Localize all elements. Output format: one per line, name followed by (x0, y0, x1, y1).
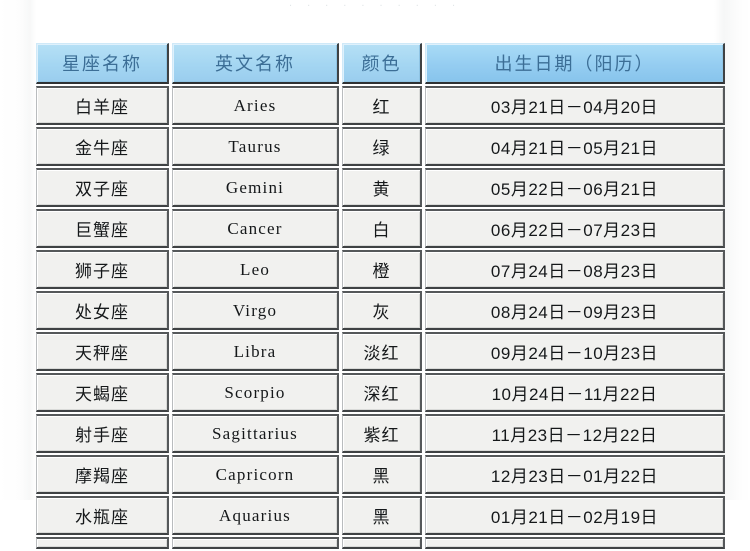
cell-color: 黑 (342, 455, 422, 494)
cell-birthdate: 10月24日－11月22日 (425, 373, 725, 412)
table-row: 水瓶座 Aquarius 黑 01月21日－02月19日 (36, 496, 725, 535)
cell-english-name: Cancer (172, 209, 339, 248)
cell-zodiac-name: 水瓶座 (36, 496, 169, 535)
table-row: 射手座 Sagittarius 紫红 11月23日－12月22日 (36, 414, 725, 453)
cell-english-name: Aquarius (172, 496, 339, 535)
cell-birthdate: 05月22日－06月21日 (425, 168, 725, 207)
cell-zodiac-name: 摩羯座 (36, 455, 169, 494)
cell-zodiac-name: 巨蟹座 (36, 209, 169, 248)
table-row: 巨蟹座 Cancer 白 06月22日－07月23日 (36, 209, 725, 248)
cell-birthdate: 01月21日－02月19日 (425, 496, 725, 535)
column-header-birthdate: 出生日期（阳历） (425, 43, 725, 84)
cell-birthdate: 08月24日－09月23日 (425, 291, 725, 330)
cell-birthdate: 06月22日－07月23日 (425, 209, 725, 248)
cell-birthdate: 04月21日－05月21日 (425, 127, 725, 166)
cell-birthdate (425, 537, 725, 549)
cropped-text-remnant: . . . . . . . . . . (288, 0, 462, 9)
cell-color: 橙 (342, 250, 422, 289)
table-row: 白羊座 Aries 红 03月21日－04月20日 (36, 86, 725, 125)
cell-zodiac-name: 金牛座 (36, 127, 169, 166)
cell-english-name: Leo (172, 250, 339, 289)
cell-english-name: Gemini (172, 168, 339, 207)
cell-color: 紫红 (342, 414, 422, 453)
cell-zodiac-name: 天秤座 (36, 332, 169, 371)
table-row: 天秤座 Libra 淡红 09月24日－10月23日 (36, 332, 725, 371)
cell-color: 绿 (342, 127, 422, 166)
table-row: 双子座 Gemini 黄 05月22日－06月21日 (36, 168, 725, 207)
cell-birthdate: 03月21日－04月20日 (425, 86, 725, 125)
zodiac-table: 星座名称 英文名称 颜色 出生日期（阳历） 白羊座 Aries 红 03月21日－04… (33, 41, 728, 551)
column-header-english: 英文名称 (172, 43, 339, 84)
cell-english-name: Scorpio (172, 373, 339, 412)
cell-english-name: Virgo (172, 291, 339, 330)
cell-english-name (172, 537, 339, 549)
cell-zodiac-name: 白羊座 (36, 86, 169, 125)
table-row: 处女座 Virgo 灰 08月24日－09月23日 (36, 291, 725, 330)
cell-english-name: Aries (172, 86, 339, 125)
table-row: 金牛座 Taurus 绿 04月21日－05月21日 (36, 127, 725, 166)
cell-zodiac-name: 狮子座 (36, 250, 169, 289)
table-row-clipped (36, 537, 725, 549)
cell-zodiac-name: 双子座 (36, 168, 169, 207)
column-header-color: 颜色 (342, 43, 422, 84)
cell-zodiac-name: 处女座 (36, 291, 169, 330)
cell-color: 白 (342, 209, 422, 248)
cell-zodiac-name: 射手座 (36, 414, 169, 453)
cell-zodiac-name (36, 537, 169, 549)
cell-color: 灰 (342, 291, 422, 330)
cell-english-name: Capricorn (172, 455, 339, 494)
cell-birthdate: 09月24日－10月23日 (425, 332, 725, 371)
cell-english-name: Taurus (172, 127, 339, 166)
header-row: 星座名称 英文名称 颜色 出生日期（阳历） (36, 43, 725, 84)
cell-color: 淡红 (342, 332, 422, 371)
cell-english-name: Libra (172, 332, 339, 371)
cell-zodiac-name: 天蝎座 (36, 373, 169, 412)
table-row: 摩羯座 Capricorn 黑 12月23日－01月22日 (36, 455, 725, 494)
column-header-name: 星座名称 (36, 43, 169, 84)
cell-color: 红 (342, 86, 422, 125)
table-body: 白羊座 Aries 红 03月21日－04月20日 金牛座 Taurus 绿 04月21日－0… (36, 86, 725, 549)
cell-birthdate: 07月24日－08月23日 (425, 250, 725, 289)
table-header: 星座名称 英文名称 颜色 出生日期（阳历） (36, 43, 725, 84)
cell-color (342, 537, 422, 549)
table-row: 狮子座 Leo 橙 07月24日－08月23日 (36, 250, 725, 289)
zodiac-table-container: 星座名称 英文名称 颜色 出生日期（阳历） 白羊座 Aries 红 03月21日－04… (36, 41, 725, 551)
table-row: 天蝎座 Scorpio 深红 10月24日－11月22日 (36, 373, 725, 412)
cell-color: 黑 (342, 496, 422, 535)
cell-color: 深红 (342, 373, 422, 412)
cell-birthdate: 12月23日－01月22日 (425, 455, 725, 494)
cell-english-name: Sagittarius (172, 414, 339, 453)
cell-color: 黄 (342, 168, 422, 207)
cell-birthdate: 11月23日－12月22日 (425, 414, 725, 453)
